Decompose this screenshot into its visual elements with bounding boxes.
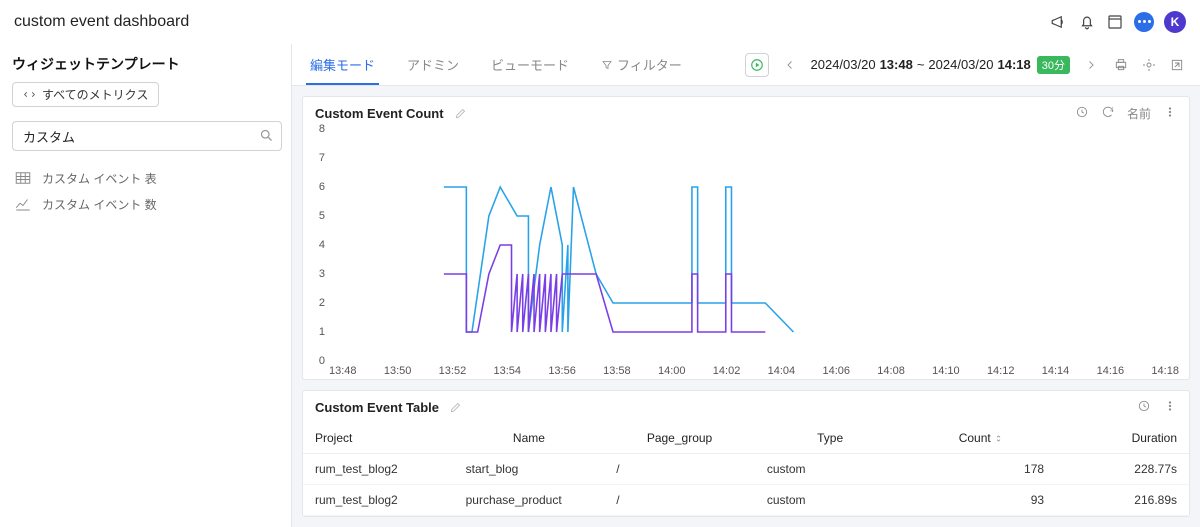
- x-tick: 13:54: [493, 365, 521, 377]
- cell-project: rum_test_blog2: [303, 485, 454, 516]
- avatar[interactable]: K: [1164, 11, 1186, 33]
- sidebar-item-label: カスタム イベント 表: [42, 170, 157, 187]
- time-next-button[interactable]: [1080, 54, 1102, 76]
- main: 編集モード アドミン ビューモード フィルター 2024/03/20 13:48…: [292, 44, 1200, 527]
- table-icon: [14, 169, 32, 187]
- tab-filter-label: フィルター: [617, 58, 682, 73]
- x-tick: 14:12: [987, 365, 1015, 377]
- more-menu-icon[interactable]: [1134, 12, 1154, 32]
- series-line: [444, 187, 794, 332]
- all-metrics-button[interactable]: すべてのメトリクス: [12, 82, 159, 107]
- time-prev-button[interactable]: [779, 54, 801, 76]
- x-tick: 14:18: [1151, 365, 1179, 377]
- print-icon[interactable]: [1112, 56, 1130, 74]
- tab-view-mode[interactable]: ビューモード: [487, 45, 573, 85]
- x-tick: 13:48: [329, 365, 357, 377]
- cell-count: 178: [905, 454, 1056, 485]
- cell-count: 93: [905, 485, 1056, 516]
- table-title: Custom Event Table: [315, 400, 439, 415]
- header-icons: K: [1050, 11, 1186, 33]
- tab-filter[interactable]: フィルター: [597, 45, 686, 85]
- chart-body: 012345678 13:4813:5013:5213:5413:5613:58…: [303, 129, 1189, 379]
- clock-icon[interactable]: [1075, 105, 1089, 122]
- cell-duration: 216.89s: [1056, 485, 1189, 516]
- chart-more-icon[interactable]: [1163, 105, 1177, 122]
- legend-label: 名前: [1127, 105, 1151, 122]
- x-tick: 14:16: [1097, 365, 1125, 377]
- bell-icon[interactable]: [1078, 13, 1096, 31]
- x-tick: 14:06: [822, 365, 850, 377]
- sidebar-item-label: カスタム イベント 数: [42, 196, 157, 213]
- col-type[interactable]: Type: [755, 423, 906, 454]
- chart-card: Custom Event Count 名前 012345678 13:4813:…: [302, 96, 1190, 380]
- event-table: Project Name Page_group Type Count Durat…: [303, 423, 1189, 516]
- sidebar-item-custom-event-table[interactable]: カスタム イベント 表: [12, 165, 279, 191]
- clock-icon[interactable]: [1137, 399, 1151, 416]
- table-more-icon[interactable]: [1163, 399, 1177, 416]
- x-tick: 14:00: [658, 365, 686, 377]
- cell-pagegroup: /: [604, 454, 755, 485]
- sort-icon: [994, 434, 1003, 443]
- x-tick: 14:02: [713, 365, 741, 377]
- filter-icon: [601, 59, 613, 71]
- time-controls: 2024/03/20 13:48 ~ 2024/03/20 14:18 30分: [745, 53, 1187, 77]
- cell-type: custom: [755, 454, 906, 485]
- export-icon[interactable]: [1168, 56, 1186, 74]
- x-tick: 14:08: [877, 365, 905, 377]
- cell-pagegroup: /: [604, 485, 755, 516]
- dashboard-title: custom event dashboard: [14, 13, 189, 31]
- time-sep: ~: [917, 57, 925, 72]
- line-chart-icon: [14, 195, 32, 213]
- sidebar-item-custom-event-count[interactable]: カスタム イベント 数: [12, 191, 279, 217]
- x-tick: 13:56: [548, 365, 576, 377]
- search-wrap: [12, 121, 282, 151]
- search-icon: [259, 128, 274, 143]
- x-tick: 14:14: [1042, 365, 1070, 377]
- table-header-row: Project Name Page_group Type Count Durat…: [303, 423, 1189, 454]
- all-metrics-label: すべてのメトリクス: [42, 86, 148, 103]
- table-row[interactable]: rum_test_blog2start_blog/custom178228.77…: [303, 454, 1189, 485]
- top-header: custom event dashboard K: [0, 0, 1200, 44]
- settings-expand-icon[interactable]: [1140, 56, 1158, 74]
- content-area: Custom Event Count 名前 012345678 13:4813:…: [292, 86, 1200, 527]
- time-range-display[interactable]: 2024/03/20 13:48 ~ 2024/03/20 14:18 30分: [811, 56, 1071, 74]
- announcement-icon[interactable]: [1050, 13, 1068, 31]
- chart-plot: [331, 129, 1177, 361]
- duration-badge: 30分: [1037, 56, 1070, 74]
- tab-admin[interactable]: アドミン: [403, 45, 463, 85]
- x-tick: 14:10: [932, 365, 960, 377]
- table-row[interactable]: rum_test_blog2purchase_product/custom932…: [303, 485, 1189, 516]
- tab-edit-mode[interactable]: 編集モード: [306, 45, 379, 85]
- sidebar-title: ウィジェットテンプレート: [12, 54, 279, 74]
- x-tick: 13:50: [384, 365, 412, 377]
- cell-duration: 228.77s: [1056, 454, 1189, 485]
- x-tick: 14:04: [768, 365, 796, 377]
- tabs-row: 編集モード アドミン ビューモード フィルター 2024/03/20 13:48…: [292, 44, 1200, 86]
- col-count[interactable]: Count: [905, 423, 1056, 454]
- to-date: 2024/03/20: [928, 57, 993, 72]
- sidebar: ウィジェットテンプレート すべてのメトリクス カスタム イベント 表 カスタム …: [0, 44, 292, 527]
- refresh-icon[interactable]: [1101, 105, 1115, 122]
- cell-type: custom: [755, 485, 906, 516]
- cell-name: purchase_product: [454, 485, 605, 516]
- edit-table-icon[interactable]: [449, 400, 463, 414]
- col-project[interactable]: Project: [303, 423, 454, 454]
- chart-title: Custom Event Count: [315, 106, 444, 121]
- table-card: Custom Event Table Project Name: [302, 390, 1190, 517]
- cell-name: start_blog: [454, 454, 605, 485]
- col-name[interactable]: Name: [454, 423, 605, 454]
- from-date: 2024/03/20: [811, 57, 876, 72]
- edit-chart-icon[interactable]: [454, 106, 468, 120]
- col-pagegroup[interactable]: Page_group: [604, 423, 755, 454]
- search-input[interactable]: [12, 121, 282, 151]
- x-tick: 13:58: [603, 365, 631, 377]
- library-icon[interactable]: [1106, 13, 1124, 31]
- cell-project: rum_test_blog2: [303, 454, 454, 485]
- to-time: 14:18: [998, 57, 1031, 72]
- from-time: 13:48: [880, 57, 913, 72]
- play-button[interactable]: [745, 53, 769, 77]
- col-duration[interactable]: Duration: [1056, 423, 1189, 454]
- x-tick: 13:52: [439, 365, 467, 377]
